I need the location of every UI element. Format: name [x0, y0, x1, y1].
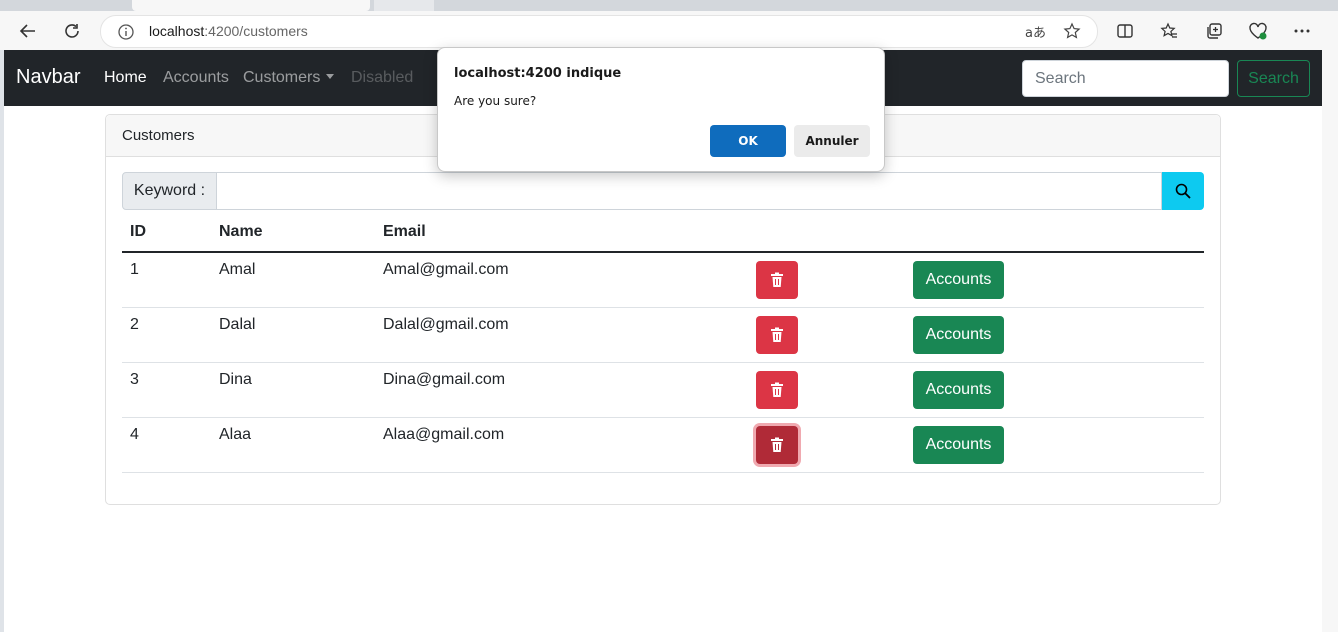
- delete-button[interactable]: [756, 370, 798, 409]
- cell-id: 3: [122, 362, 211, 418]
- browser-tab-strip: [0, 0, 1338, 11]
- table-row: 2 Dalal Dalal@gmail.com Accounts: [122, 307, 1204, 363]
- back-button[interactable]: [12, 15, 44, 47]
- more-dots-icon: [1294, 29, 1310, 33]
- browser-sidebar: [1322, 50, 1338, 632]
- delete-button[interactable]: [756, 260, 798, 299]
- cell-email: Alaa@gmail.com: [375, 417, 748, 473]
- arrow-left-icon: [19, 24, 35, 38]
- browser-essentials-button[interactable]: [1242, 15, 1274, 47]
- nav-dropdown-label: Customers: [243, 69, 321, 86]
- dialog-ok-button[interactable]: OK: [710, 125, 786, 157]
- more-menu-button[interactable]: [1286, 15, 1318, 47]
- trash-icon: [771, 272, 783, 287]
- browser-tab-active[interactable]: [132, 0, 370, 11]
- search-icon: [1175, 183, 1191, 199]
- cell-delete: [748, 417, 905, 473]
- cell-email: Dalal@gmail.com: [375, 307, 748, 363]
- cell-id: 2: [122, 307, 211, 363]
- address-bar[interactable]: localhost:4200/customers aあ: [100, 15, 1098, 48]
- keyword-search-group: Keyword :: [122, 172, 1204, 210]
- favorites-button[interactable]: [1153, 15, 1185, 47]
- cell-id: 1: [122, 252, 211, 308]
- confirm-dialog: localhost:4200 indique Are you sure? OK …: [437, 47, 885, 172]
- nav-link-home[interactable]: Home: [104, 69, 147, 87]
- url-text[interactable]: localhost:4200/customers: [149, 23, 308, 39]
- delete-button[interactable]: [756, 315, 798, 354]
- cell-accounts: Accounts: [905, 362, 1204, 418]
- favorite-star-icon[interactable]: [1063, 22, 1081, 40]
- dialog-title: localhost:4200 indique: [454, 66, 622, 81]
- keyword-input[interactable]: [217, 172, 1162, 210]
- cell-name: Dalal: [211, 307, 375, 363]
- accounts-button[interactable]: Accounts: [913, 260, 1004, 299]
- accounts-button[interactable]: Accounts: [913, 315, 1004, 354]
- collections-button[interactable]: [1198, 15, 1230, 47]
- column-header-name: Name: [211, 212, 375, 253]
- read-aloud-icon[interactable]: aあ: [1025, 22, 1046, 41]
- url-path: :4200/customers: [204, 23, 308, 39]
- dialog-message: Are you sure?: [454, 94, 537, 108]
- split-screen-button[interactable]: [1109, 15, 1141, 47]
- keyword-search-button[interactable]: [1162, 172, 1204, 210]
- cell-name: Dina: [211, 362, 375, 418]
- cell-delete: [748, 252, 905, 308]
- caret-down-icon: [326, 74, 335, 79]
- favorites-icon: [1160, 22, 1177, 38]
- nav-link-disabled: Disabled: [351, 69, 414, 86]
- column-header-email: Email: [375, 212, 748, 253]
- url-host: localhost: [149, 23, 205, 39]
- cell-email: Amal@gmail.com: [375, 252, 748, 308]
- nav-link-accounts[interactable]: Accounts: [163, 69, 229, 87]
- refresh-button[interactable]: [56, 15, 88, 47]
- navbar-search-input[interactable]: [1022, 60, 1229, 97]
- navbar-search-button[interactable]: Search: [1237, 60, 1310, 97]
- refresh-icon: [65, 24, 79, 38]
- cell-name: Amal: [211, 252, 375, 308]
- cell-accounts: Accounts: [905, 307, 1204, 363]
- table-header-row: ID Name Email: [122, 212, 1204, 253]
- accounts-button[interactable]: Accounts: [913, 370, 1004, 409]
- dialog-cancel-button[interactable]: Annuler: [794, 125, 870, 157]
- browser-toolbar: localhost:4200/customers aあ: [0, 11, 1338, 50]
- split-screen-icon: [1117, 24, 1133, 38]
- cell-accounts: Accounts: [905, 252, 1204, 308]
- table-row: 4 Alaa Alaa@gmail.com Accounts: [122, 417, 1204, 473]
- table-row: 3 Dina Dina@gmail.com Accounts: [122, 362, 1204, 418]
- table-row: 1 Amal Amal@gmail.com Accounts: [122, 252, 1204, 308]
- info-icon[interactable]: [117, 23, 135, 41]
- keyword-label: Keyword :: [122, 172, 217, 210]
- browser-tab[interactable]: [374, 0, 434, 11]
- delete-button[interactable]: [756, 425, 798, 464]
- accounts-button[interactable]: Accounts: [913, 425, 1004, 464]
- navbar-brand[interactable]: Navbar: [16, 66, 80, 89]
- column-header-id: ID: [122, 212, 211, 253]
- cell-id: 4: [122, 417, 211, 473]
- nav-dropdown-customers[interactable]: Customers: [243, 69, 335, 87]
- collections-icon: [1207, 23, 1222, 39]
- trash-icon: [771, 437, 783, 452]
- heart-pulse-icon: [1249, 22, 1267, 40]
- cell-accounts: Accounts: [905, 417, 1204, 473]
- cell-name: Alaa: [211, 417, 375, 473]
- trash-icon: [771, 327, 783, 342]
- trash-icon: [771, 382, 783, 397]
- cell-delete: [748, 362, 905, 418]
- column-header-delete: [748, 212, 905, 253]
- customers-card: Customers Keyword : ID Name Email 1 Amal…: [105, 114, 1221, 505]
- cell-delete: [748, 307, 905, 363]
- column-header-accounts: [905, 212, 1204, 253]
- customers-table: ID Name Email 1 Amal Amal@gmail.com Acco…: [122, 212, 1204, 473]
- cell-email: Dina@gmail.com: [375, 362, 748, 418]
